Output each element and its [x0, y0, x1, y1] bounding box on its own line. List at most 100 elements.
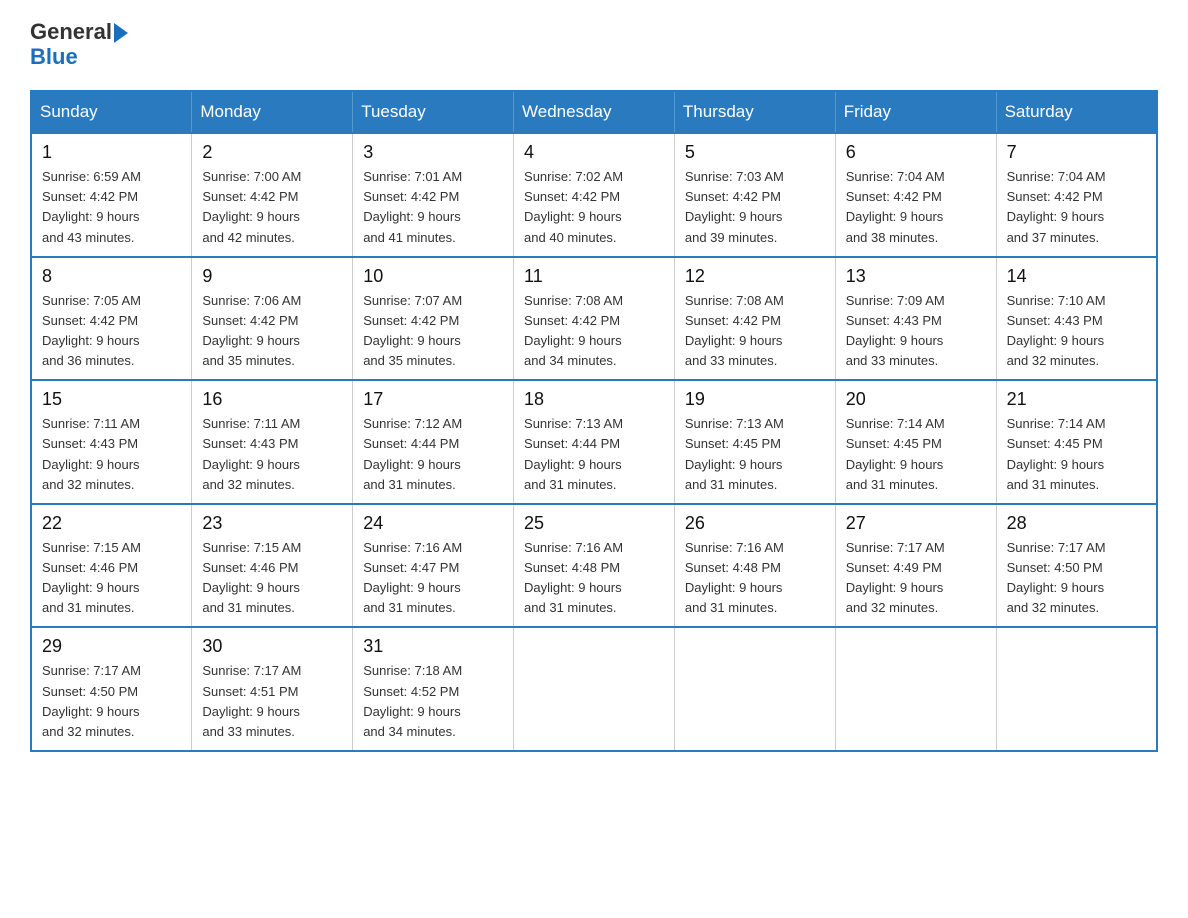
calendar-cell: 7 Sunrise: 7:04 AM Sunset: 4:42 PM Dayli…	[996, 133, 1157, 257]
calendar-week-row: 29 Sunrise: 7:17 AM Sunset: 4:50 PM Dayl…	[31, 627, 1157, 751]
calendar-cell: 21 Sunrise: 7:14 AM Sunset: 4:45 PM Dayl…	[996, 380, 1157, 504]
calendar-week-row: 15 Sunrise: 7:11 AM Sunset: 4:43 PM Dayl…	[31, 380, 1157, 504]
day-number: 15	[42, 389, 181, 410]
day-number: 22	[42, 513, 181, 534]
page-header: General Blue	[30, 20, 1158, 70]
calendar-week-row: 8 Sunrise: 7:05 AM Sunset: 4:42 PM Dayli…	[31, 257, 1157, 381]
day-number: 13	[846, 266, 986, 287]
day-number: 12	[685, 266, 825, 287]
calendar-header-friday: Friday	[835, 91, 996, 133]
calendar-cell: 28 Sunrise: 7:17 AM Sunset: 4:50 PM Dayl…	[996, 504, 1157, 628]
day-number: 27	[846, 513, 986, 534]
day-number: 10	[363, 266, 503, 287]
calendar-cell	[835, 627, 996, 751]
calendar-table: SundayMondayTuesdayWednesdayThursdayFrid…	[30, 90, 1158, 752]
day-info: Sunrise: 7:08 AM Sunset: 4:42 PM Dayligh…	[685, 291, 825, 372]
calendar-cell: 5 Sunrise: 7:03 AM Sunset: 4:42 PM Dayli…	[674, 133, 835, 257]
calendar-cell: 15 Sunrise: 7:11 AM Sunset: 4:43 PM Dayl…	[31, 380, 192, 504]
calendar-header-row: SundayMondayTuesdayWednesdayThursdayFrid…	[31, 91, 1157, 133]
day-number: 8	[42, 266, 181, 287]
day-info: Sunrise: 7:01 AM Sunset: 4:42 PM Dayligh…	[363, 167, 503, 248]
logo: General Blue	[30, 20, 128, 70]
day-number: 21	[1007, 389, 1146, 410]
day-info: Sunrise: 7:16 AM Sunset: 4:48 PM Dayligh…	[685, 538, 825, 619]
day-info: Sunrise: 7:18 AM Sunset: 4:52 PM Dayligh…	[363, 661, 503, 742]
calendar-cell: 24 Sunrise: 7:16 AM Sunset: 4:47 PM Dayl…	[353, 504, 514, 628]
day-info: Sunrise: 7:08 AM Sunset: 4:42 PM Dayligh…	[524, 291, 664, 372]
day-number: 17	[363, 389, 503, 410]
calendar-cell: 23 Sunrise: 7:15 AM Sunset: 4:46 PM Dayl…	[192, 504, 353, 628]
logo-general: General	[30, 20, 112, 44]
calendar-cell: 2 Sunrise: 7:00 AM Sunset: 4:42 PM Dayli…	[192, 133, 353, 257]
calendar-cell: 22 Sunrise: 7:15 AM Sunset: 4:46 PM Dayl…	[31, 504, 192, 628]
day-number: 25	[524, 513, 664, 534]
day-info: Sunrise: 7:17 AM Sunset: 4:49 PM Dayligh…	[846, 538, 986, 619]
calendar-cell: 30 Sunrise: 7:17 AM Sunset: 4:51 PM Dayl…	[192, 627, 353, 751]
calendar-cell	[996, 627, 1157, 751]
day-number: 7	[1007, 142, 1146, 163]
calendar-cell: 13 Sunrise: 7:09 AM Sunset: 4:43 PM Dayl…	[835, 257, 996, 381]
day-number: 24	[363, 513, 503, 534]
day-info: Sunrise: 7:15 AM Sunset: 4:46 PM Dayligh…	[202, 538, 342, 619]
calendar-cell: 20 Sunrise: 7:14 AM Sunset: 4:45 PM Dayl…	[835, 380, 996, 504]
day-number: 28	[1007, 513, 1146, 534]
day-info: Sunrise: 7:12 AM Sunset: 4:44 PM Dayligh…	[363, 414, 503, 495]
calendar-cell: 27 Sunrise: 7:17 AM Sunset: 4:49 PM Dayl…	[835, 504, 996, 628]
calendar-cell: 1 Sunrise: 6:59 AM Sunset: 4:42 PM Dayli…	[31, 133, 192, 257]
day-info: Sunrise: 7:04 AM Sunset: 4:42 PM Dayligh…	[846, 167, 986, 248]
day-info: Sunrise: 7:16 AM Sunset: 4:47 PM Dayligh…	[363, 538, 503, 619]
calendar-cell: 25 Sunrise: 7:16 AM Sunset: 4:48 PM Dayl…	[514, 504, 675, 628]
day-number: 11	[524, 266, 664, 287]
day-number: 3	[363, 142, 503, 163]
day-number: 6	[846, 142, 986, 163]
day-number: 20	[846, 389, 986, 410]
day-info: Sunrise: 7:02 AM Sunset: 4:42 PM Dayligh…	[524, 167, 664, 248]
calendar-cell: 17 Sunrise: 7:12 AM Sunset: 4:44 PM Dayl…	[353, 380, 514, 504]
day-info: Sunrise: 7:15 AM Sunset: 4:46 PM Dayligh…	[42, 538, 181, 619]
calendar-cell: 12 Sunrise: 7:08 AM Sunset: 4:42 PM Dayl…	[674, 257, 835, 381]
calendar-cell: 18 Sunrise: 7:13 AM Sunset: 4:44 PM Dayl…	[514, 380, 675, 504]
calendar-cell: 10 Sunrise: 7:07 AM Sunset: 4:42 PM Dayl…	[353, 257, 514, 381]
day-number: 2	[202, 142, 342, 163]
calendar-week-row: 1 Sunrise: 6:59 AM Sunset: 4:42 PM Dayli…	[31, 133, 1157, 257]
day-info: Sunrise: 7:17 AM Sunset: 4:50 PM Dayligh…	[1007, 538, 1146, 619]
day-info: Sunrise: 6:59 AM Sunset: 4:42 PM Dayligh…	[42, 167, 181, 248]
day-info: Sunrise: 7:11 AM Sunset: 4:43 PM Dayligh…	[202, 414, 342, 495]
day-number: 5	[685, 142, 825, 163]
day-number: 16	[202, 389, 342, 410]
day-info: Sunrise: 7:07 AM Sunset: 4:42 PM Dayligh…	[363, 291, 503, 372]
day-number: 9	[202, 266, 342, 287]
day-info: Sunrise: 7:14 AM Sunset: 4:45 PM Dayligh…	[1007, 414, 1146, 495]
calendar-cell: 8 Sunrise: 7:05 AM Sunset: 4:42 PM Dayli…	[31, 257, 192, 381]
calendar-header-wednesday: Wednesday	[514, 91, 675, 133]
calendar-cell: 11 Sunrise: 7:08 AM Sunset: 4:42 PM Dayl…	[514, 257, 675, 381]
day-number: 1	[42, 142, 181, 163]
day-info: Sunrise: 7:11 AM Sunset: 4:43 PM Dayligh…	[42, 414, 181, 495]
day-number: 18	[524, 389, 664, 410]
logo-arrow-icon	[114, 23, 128, 43]
day-info: Sunrise: 7:10 AM Sunset: 4:43 PM Dayligh…	[1007, 291, 1146, 372]
calendar-cell: 14 Sunrise: 7:10 AM Sunset: 4:43 PM Dayl…	[996, 257, 1157, 381]
calendar-cell	[514, 627, 675, 751]
calendar-header-monday: Monday	[192, 91, 353, 133]
calendar-cell: 4 Sunrise: 7:02 AM Sunset: 4:42 PM Dayli…	[514, 133, 675, 257]
calendar-header-tuesday: Tuesday	[353, 91, 514, 133]
calendar-cell: 19 Sunrise: 7:13 AM Sunset: 4:45 PM Dayl…	[674, 380, 835, 504]
calendar-cell	[674, 627, 835, 751]
calendar-cell: 31 Sunrise: 7:18 AM Sunset: 4:52 PM Dayl…	[353, 627, 514, 751]
day-info: Sunrise: 7:03 AM Sunset: 4:42 PM Dayligh…	[685, 167, 825, 248]
day-info: Sunrise: 7:00 AM Sunset: 4:42 PM Dayligh…	[202, 167, 342, 248]
calendar-cell: 16 Sunrise: 7:11 AM Sunset: 4:43 PM Dayl…	[192, 380, 353, 504]
logo-blue: Blue	[30, 44, 128, 70]
day-info: Sunrise: 7:13 AM Sunset: 4:45 PM Dayligh…	[685, 414, 825, 495]
calendar-header-thursday: Thursday	[674, 91, 835, 133]
calendar-header-sunday: Sunday	[31, 91, 192, 133]
day-number: 4	[524, 142, 664, 163]
calendar-cell: 26 Sunrise: 7:16 AM Sunset: 4:48 PM Dayl…	[674, 504, 835, 628]
day-info: Sunrise: 7:17 AM Sunset: 4:50 PM Dayligh…	[42, 661, 181, 742]
day-number: 26	[685, 513, 825, 534]
day-number: 30	[202, 636, 342, 657]
calendar-cell: 6 Sunrise: 7:04 AM Sunset: 4:42 PM Dayli…	[835, 133, 996, 257]
calendar-cell: 3 Sunrise: 7:01 AM Sunset: 4:42 PM Dayli…	[353, 133, 514, 257]
calendar-cell: 29 Sunrise: 7:17 AM Sunset: 4:50 PM Dayl…	[31, 627, 192, 751]
